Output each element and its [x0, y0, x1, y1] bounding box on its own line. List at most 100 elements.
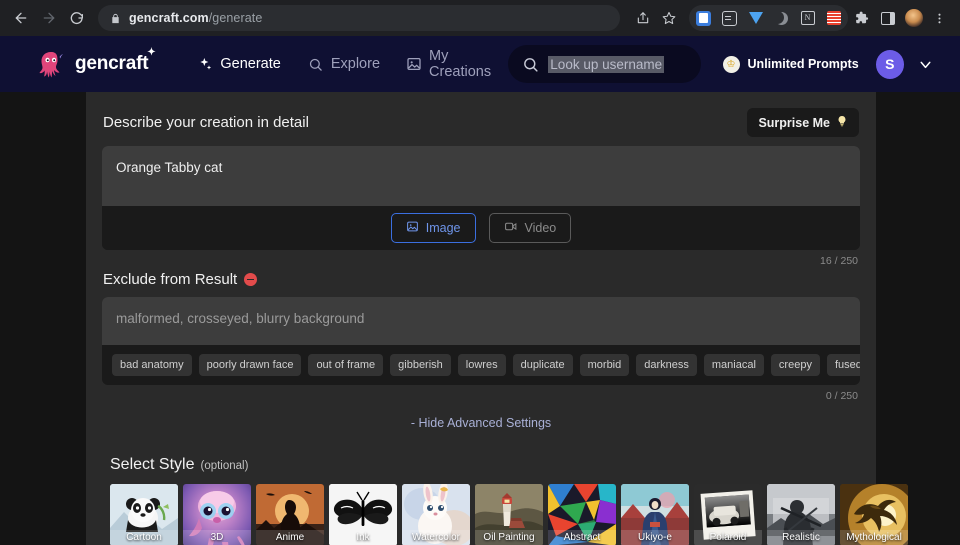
red-lines-extension-icon[interactable] [821, 6, 846, 31]
select-style-label: Select Style [110, 456, 195, 473]
exclude-textarea[interactable]: malformed, crosseyed, blurry background [102, 297, 860, 345]
style-card-polaroid[interactable]: Polaroid [694, 484, 762, 545]
surprise-label: Surprise Me [758, 115, 830, 130]
search-icon [307, 56, 324, 73]
kebab-menu-icon[interactable] [927, 6, 952, 31]
style-card-realistic[interactable]: Realistic [767, 484, 835, 545]
browser-actions: N [630, 5, 952, 31]
site-header: gencraft ✦ Generate Explore My Creations … [0, 36, 960, 92]
style-card-cartoon[interactable]: Cartoon [110, 484, 178, 545]
nav-label-my-creations: My Creations [429, 48, 492, 80]
prompt-textarea[interactable]: Orange Tabby cat [102, 146, 860, 206]
generate-panel: Describe your creation in detail Surpris… [86, 92, 908, 545]
notion-extension-icon[interactable]: N [795, 6, 820, 31]
image-icon [406, 220, 419, 236]
style-card-ukiyo-e[interactable]: Ukiyo-e [621, 484, 689, 545]
octopus-logo-icon [39, 52, 63, 78]
style-column: Mythological [840, 484, 908, 545]
output-mode-toggle: Image Video [102, 206, 860, 250]
mode-label-video: Video [524, 221, 557, 235]
style-card-oil-painting[interactable]: Oil Painting [475, 484, 543, 545]
style-card-ink[interactable]: Ink [329, 484, 397, 545]
mode-label-image: Image [425, 221, 461, 235]
style-column: Watercolor [402, 484, 470, 545]
tag-chip[interactable]: creepy [770, 354, 820, 376]
url-text: gencraft.com/generate [129, 11, 262, 25]
profile-avatar-icon[interactable] [901, 6, 926, 31]
forward-arrow-icon [43, 12, 55, 24]
select-style-optional: (optional) [200, 460, 249, 472]
style-card-abstract[interactable]: Abstract [548, 484, 616, 545]
describe-header: Describe your creation in detail Surpris… [102, 108, 860, 146]
minus-circle-icon [244, 273, 258, 286]
bitwarden-extension-icon[interactable] [691, 6, 716, 31]
side-panel-icon[interactable] [875, 6, 900, 31]
video-camera-icon [504, 220, 518, 236]
style-label: 3D [183, 530, 251, 545]
image-gallery-icon [406, 56, 422, 73]
exclude-title-label: Exclude from Result [103, 271, 238, 288]
tag-chip[interactable]: darkness [636, 354, 697, 376]
brand-logo[interactable]: gencraft ✦ [36, 47, 156, 78]
style-card-anime[interactable]: Anime [256, 484, 324, 545]
nav-label-generate: Generate [220, 56, 281, 72]
style-card-mythological[interactable]: Mythological [840, 484, 908, 545]
exclude-counter: 0 / 250 [825, 390, 858, 402]
style-grid: Cartoon 3D Anime Ink Watercolor Oil Pain… [102, 484, 908, 545]
reload-button[interactable] [64, 5, 90, 31]
tag-chip[interactable]: lowres [457, 354, 506, 376]
tag-chip[interactable]: bad anatomy [112, 354, 192, 376]
search-input-placeholder[interactable]: Look up username [548, 55, 665, 73]
style-column: Cartoon [110, 484, 178, 545]
style-column: Oil Painting [475, 484, 543, 545]
tag-chip[interactable]: morbid [579, 354, 630, 376]
mode-button-image[interactable]: Image [390, 213, 476, 243]
style-label: Ink [329, 530, 397, 545]
url-path: /generate [208, 11, 263, 25]
style-card-3d[interactable]: 3D [183, 484, 251, 545]
exclude-tag-list: bad anatomy poorly drawn face out of fra… [102, 345, 860, 385]
nav-item-explore[interactable]: Explore [307, 56, 380, 73]
user-avatar[interactable]: S [875, 49, 904, 79]
exclude-title: Exclude from Result [103, 271, 258, 288]
extensions-pill: N [689, 5, 848, 31]
nav-item-generate[interactable]: Generate [196, 56, 281, 73]
star-icon[interactable] [656, 6, 681, 31]
chevron-down-icon[interactable] [917, 56, 934, 73]
style-label: Polaroid [694, 530, 762, 545]
dark-mode-extension-icon[interactable] [769, 6, 794, 31]
style-label: Cartoon [110, 530, 178, 545]
surprise-me-button[interactable]: Surprise Me [747, 108, 859, 137]
forward-button[interactable] [36, 5, 62, 31]
tag-chip[interactable]: maniacal [703, 354, 764, 376]
tag-chip[interactable]: poorly drawn face [198, 354, 302, 376]
brand-sparkle-icon: ✦ [147, 47, 156, 58]
tag-chip[interactable]: fused [826, 354, 860, 376]
style-label: Realistic [767, 530, 835, 545]
tag-chip[interactable]: duplicate [512, 354, 573, 376]
nav-item-my-creations[interactable]: My Creations [406, 48, 508, 80]
unlimited-prompts-badge[interactable]: ♔ Unlimited Prompts [722, 55, 859, 73]
gem-extension-icon[interactable] [743, 6, 768, 31]
style-column: Ink [329, 484, 397, 545]
tag-chip[interactable]: out of frame [308, 354, 384, 376]
hide-advanced-settings-link[interactable]: - Hide Advanced Settings [102, 402, 860, 430]
brand-name: gencraft ✦ [75, 47, 156, 75]
style-column: Ukiyo-e [621, 484, 689, 545]
nav-label-explore: Explore [330, 56, 381, 72]
search-icon [522, 56, 539, 73]
tag-chip[interactable]: gibberish [390, 354, 451, 376]
username-search-box[interactable]: Look up username [508, 45, 701, 83]
main-nav: Generate Explore My Creations [196, 48, 508, 80]
back-button[interactable] [8, 5, 34, 31]
readwise-extension-icon[interactable] [717, 6, 742, 31]
style-card-watercolor[interactable]: Watercolor [402, 484, 470, 545]
style-column: Anime [256, 484, 324, 545]
share-icon[interactable] [630, 6, 655, 31]
exclude-box: malformed, crosseyed, blurry background … [102, 297, 860, 385]
mode-button-video[interactable]: Video [488, 213, 572, 243]
address-bar[interactable]: gencraft.com/generate [98, 5, 620, 31]
puzzle-extensions-icon[interactable] [849, 6, 874, 31]
style-column: Realistic [767, 484, 835, 545]
lightbulb-icon [836, 114, 848, 131]
